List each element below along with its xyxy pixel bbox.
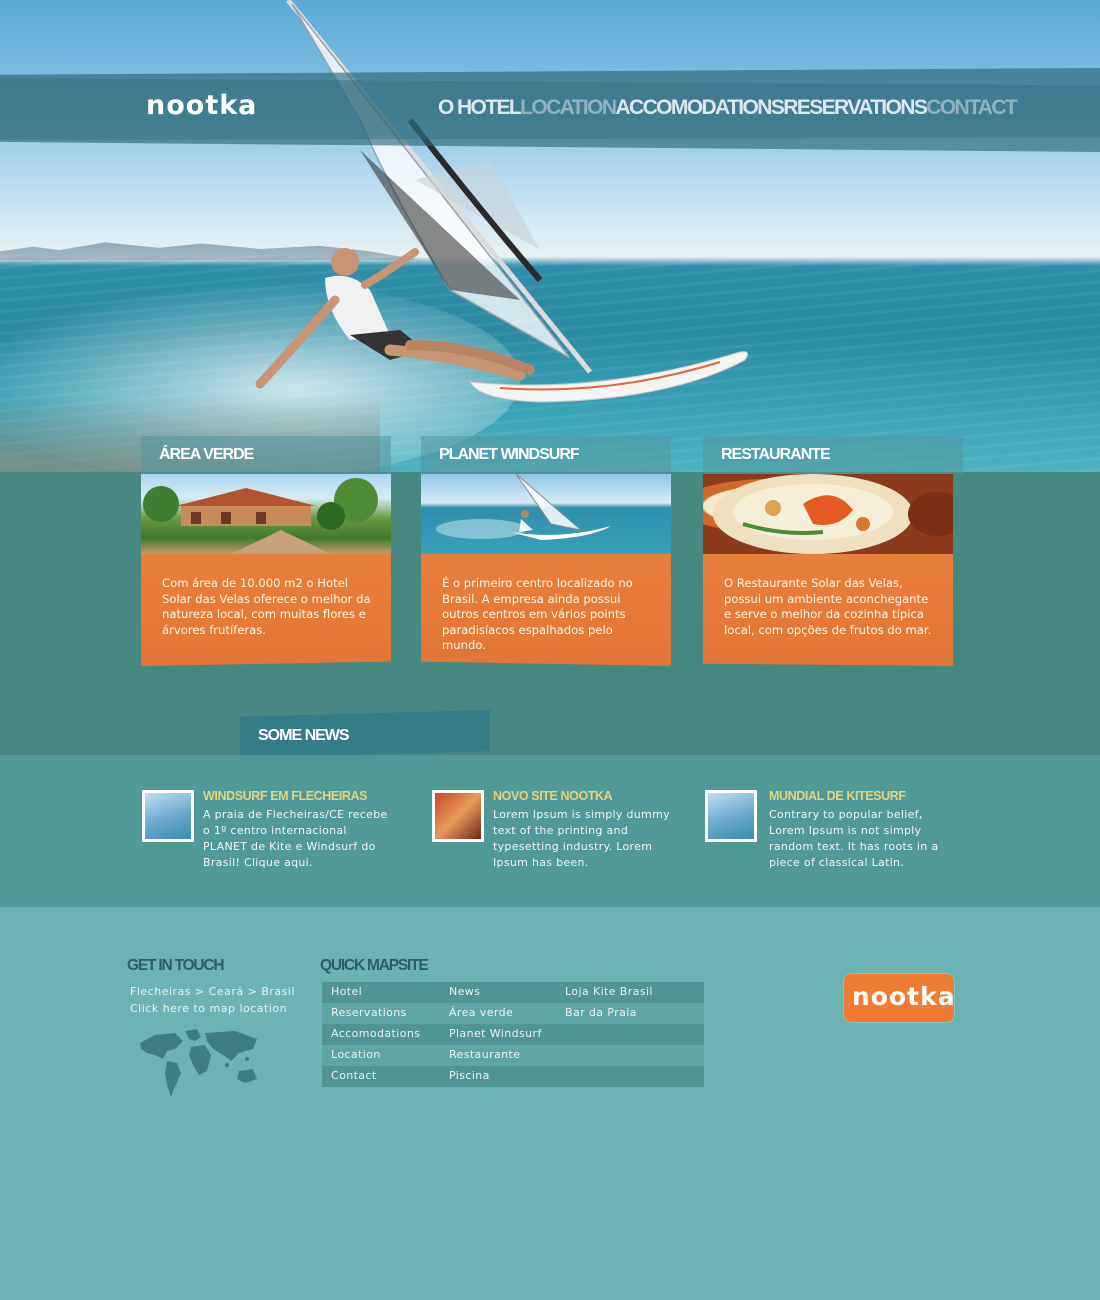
feature-card-text: É o primeiro centro localizado no Brasil…: [421, 554, 671, 666]
sitemap-row: Hotel News Loja Kite Brasil: [322, 982, 704, 1003]
feature-card-text: O Restaurante Solar das Velas, possui um…: [703, 554, 953, 666]
sitemap-link-area-verde[interactable]: Área verde: [440, 1003, 560, 1024]
windsurf-photo: [421, 474, 671, 554]
map-location-link[interactable]: Click here to map location: [130, 1002, 287, 1015]
feature-card-planet-windsurf[interactable]: PLANET WINDSURF É o primeiro centro loca…: [421, 436, 671, 666]
news-title[interactable]: MUNDIAL DE KITESURF: [769, 789, 906, 803]
sitemap-link-restaurante[interactable]: Restaurante: [440, 1045, 560, 1066]
nav-item-contact[interactable]: CONTACT: [926, 96, 1018, 120]
site-logo[interactable]: nootka: [146, 90, 257, 121]
address-text: Flecheiras > Ceará > Brasil: [130, 985, 296, 998]
news-section-title: SOME NEWS: [258, 727, 350, 744]
news-title[interactable]: WINDSURF EM FLECHEIRAS: [203, 789, 368, 803]
sitemap-empty-cell: [560, 1045, 704, 1066]
sitemap-row: Location Restaurante: [322, 1045, 704, 1066]
feature-card-area-verde[interactable]: ÁREA VERDE Com área de 10.000 m2 o Hotel…: [141, 436, 391, 666]
windsurfer-illustration: [255, 0, 749, 403]
feature-card-restaurante[interactable]: RESTAURANTE O Restaurante Solar das Vela…: [703, 436, 963, 666]
sitemap-link-reservations[interactable]: Reservations: [322, 1003, 440, 1024]
sitemap-table: Hotel News Loja Kite Brasil Reservations…: [322, 982, 704, 1087]
news-section-tag: SOME NEWS: [240, 710, 490, 758]
sitemap-link-loja-kite-brasil[interactable]: Loja Kite Brasil: [560, 982, 704, 1003]
get-in-touch-title: GET IN TOUCH: [127, 957, 225, 974]
news-text: A praia de Flecheiras/CE recebe o 1º cen…: [203, 808, 388, 869]
world-map-icon[interactable]: [135, 1025, 265, 1100]
sitemap-link-piscina[interactable]: Piscina: [440, 1066, 560, 1087]
sitemap-link-accomodations[interactable]: Accomodations: [322, 1024, 440, 1045]
sitemap-row: Reservations Área verde Bar da Praia: [322, 1003, 704, 1024]
news-title[interactable]: NOVO SITE NOOTKA: [493, 789, 613, 803]
main-nav: O HOTEL LOCATION ACCOMODATIONS RESERVATI…: [438, 96, 1018, 120]
feature-card-title: RESTAURANTE: [703, 436, 963, 474]
sitemap-link-hotel[interactable]: Hotel: [322, 982, 440, 1003]
news-thumbnail[interactable]: [432, 790, 484, 842]
sitemap-empty-cell: [560, 1066, 704, 1087]
feature-card-title: PLANET WINDSURF: [421, 436, 671, 474]
sitemap-row: Contact Piscina: [322, 1066, 704, 1087]
news-text: Lorem Ipsum is simply dummy text of the …: [493, 808, 670, 869]
news-text: Contrary to popular belief, Lorem Ipsum …: [769, 808, 939, 869]
sitemap-link-planet-windsurf[interactable]: Planet Windsurf: [440, 1024, 560, 1045]
sitemap-empty-cell: [560, 1024, 704, 1045]
news-thumbnail[interactable]: [705, 790, 757, 842]
sitemap-link-news[interactable]: News: [440, 982, 560, 1003]
sitemap-link-location[interactable]: Location: [322, 1045, 440, 1066]
feature-card-text: Com área de 10.000 m2 o Hotel Solar das …: [141, 554, 391, 666]
nav-item-location[interactable]: LOCATION: [520, 96, 617, 120]
quick-mapsite-title: QUICK MAPSITE: [320, 957, 429, 974]
feature-card-title: ÁREA VERDE: [141, 436, 391, 474]
news-thumbnail[interactable]: [142, 790, 194, 842]
sitemap-row: Accomodations Planet Windsurf: [322, 1024, 704, 1045]
nav-item-o-hotel[interactable]: O HOTEL: [438, 96, 522, 120]
seafood-dish-photo: [703, 474, 953, 554]
garden-photo: [141, 474, 391, 554]
nav-item-reservations[interactable]: RESERVATIONS: [783, 96, 928, 120]
sitemap-link-contact[interactable]: Contact: [322, 1066, 440, 1087]
sitemap-link-bar-da-praia[interactable]: Bar da Praia: [560, 1003, 704, 1024]
footer-logo[interactable]: nootka: [844, 974, 955, 1022]
nav-item-accomodations[interactable]: ACCOMODATIONS: [615, 96, 784, 120]
